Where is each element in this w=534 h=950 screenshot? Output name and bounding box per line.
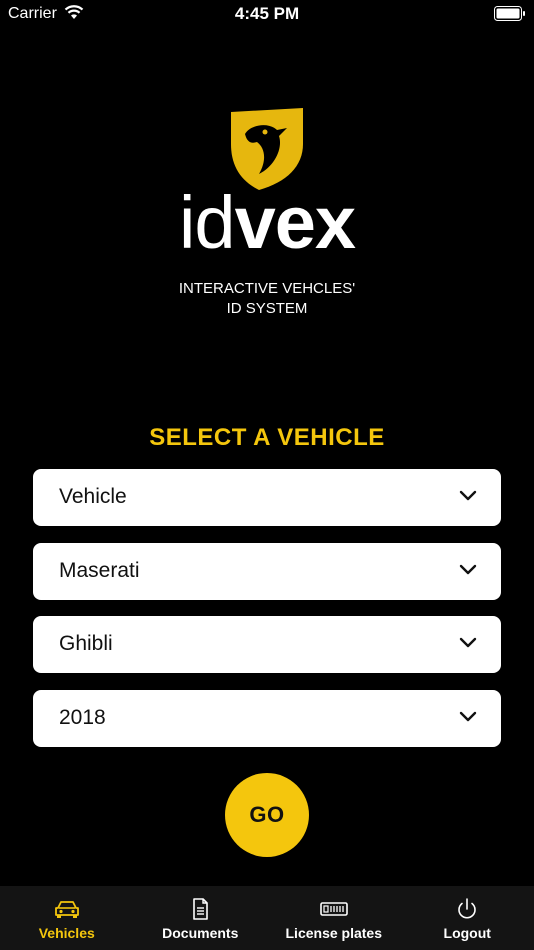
brand-select[interactable]: Maserati: [33, 543, 501, 600]
vehicle-type-select[interactable]: Vehicle: [33, 469, 501, 526]
bottom-tab-bar: Vehicles Documents License plates Logout: [0, 886, 534, 950]
year-select[interactable]: 2018: [33, 690, 501, 747]
go-button[interactable]: GO: [225, 773, 309, 857]
tab-documents[interactable]: Documents: [134, 886, 268, 950]
tab-label: Documents: [162, 925, 239, 941]
logo-word-light: id: [178, 181, 236, 264]
chevron-down-icon: [459, 564, 477, 575]
eagle-shield-logo-icon: [231, 108, 303, 190]
tab-license-plates[interactable]: License plates: [267, 886, 401, 950]
select-value: 2018: [59, 706, 106, 729]
status-bar: Carrier 4:45 PM: [0, 0, 534, 28]
document-icon: [193, 898, 209, 920]
model-select[interactable]: Ghibli: [33, 616, 501, 673]
power-icon: [458, 898, 477, 919]
tagline-line2: ID SYSTEM: [226, 300, 308, 317]
tab-label: Vehicles: [38, 925, 95, 941]
license-plate-icon: [319, 902, 348, 916]
select-vehicle-title: SELECT A VEHICLE: [149, 424, 385, 451]
app-tagline: INTERACTIVE VEHCLES' ID SYSTEM: [0, 279, 534, 319]
tab-vehicles[interactable]: Vehicles: [0, 886, 134, 950]
status-time: 4:45 PM: [234, 4, 300, 23]
app-logo-wordmark: idvex: [0, 186, 534, 260]
tagline-line1: INTERACTIVE VEHCLES': [178, 280, 356, 297]
chevron-down-icon: [459, 637, 477, 648]
tab-logout[interactable]: Logout: [401, 886, 534, 950]
logo-word-bold: vex: [234, 181, 356, 264]
select-value: Ghibli: [59, 632, 113, 655]
battery-icon: [494, 6, 525, 21]
chevron-down-icon: [459, 711, 477, 722]
tab-label: License plates: [285, 925, 383, 941]
select-value: Vehicle: [59, 485, 127, 508]
select-value: Maserati: [59, 559, 140, 582]
chevron-down-icon: [459, 490, 477, 501]
tab-label: Logout: [443, 925, 491, 941]
car-icon: [54, 901, 79, 918]
